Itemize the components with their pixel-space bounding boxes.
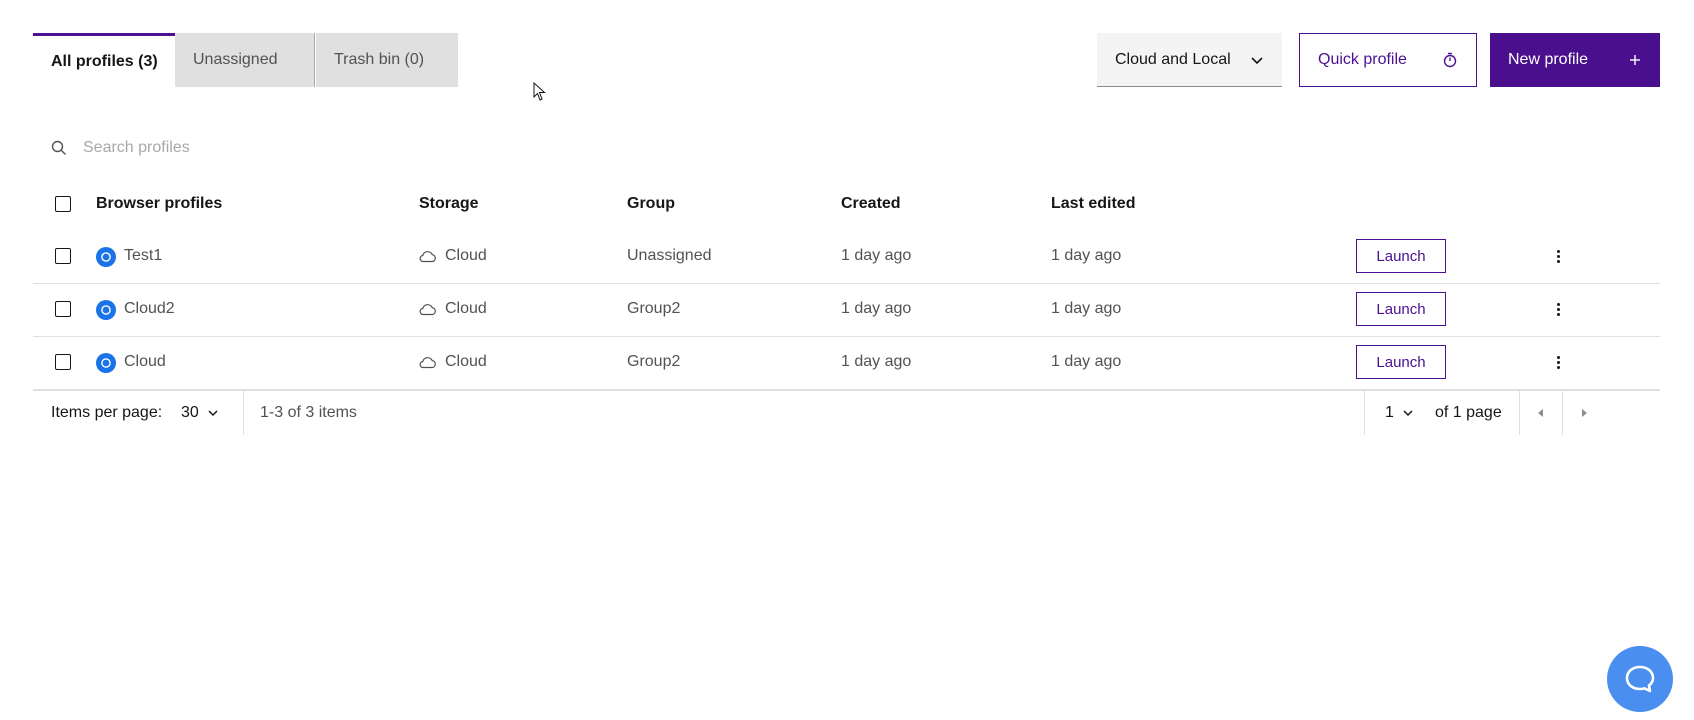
column-header-browser-profiles[interactable]: Browser profiles: [96, 195, 222, 213]
group-value: Unassigned: [627, 247, 712, 264]
help-chat-button[interactable]: [1607, 646, 1673, 712]
tab-trash-bin[interactable]: Trash bin (0): [316, 33, 458, 87]
overflow-menu-icon[interactable]: [1548, 297, 1568, 321]
last-edited-value: 1 day ago: [1051, 247, 1122, 264]
total-pages: of 1 page: [1435, 404, 1502, 421]
new-profile-label: New profile: [1508, 51, 1589, 68]
group-value: Group2: [627, 353, 681, 370]
table-header: Browser profiles Storage Group Created L…: [33, 183, 1660, 225]
quick-profile-label: Quick profile: [1318, 51, 1407, 68]
column-header-created[interactable]: Created: [841, 195, 901, 213]
column-header-last-edited[interactable]: Last edited: [1051, 195, 1135, 213]
overflow-menu-icon[interactable]: [1548, 350, 1568, 374]
tab-all-profiles[interactable]: All profiles (3): [33, 33, 175, 87]
search-bar: [33, 126, 1660, 170]
storage-value: Cloud: [445, 300, 487, 317]
group-value: Group2: [627, 300, 681, 317]
previous-page-icon[interactable]: [1535, 407, 1547, 419]
profile-name[interactable]: Cloud: [124, 353, 166, 371]
profile-name[interactable]: Cloud2: [124, 300, 175, 318]
chromium-icon: [96, 247, 116, 267]
chat-bubble-icon: [1625, 665, 1655, 693]
pagination-bar: Items per page: 30 1-3 of 3 items 1 of 1…: [33, 390, 1660, 435]
items-per-page-value: 30: [181, 404, 199, 421]
launch-button[interactable]: Launch: [1356, 345, 1446, 379]
items-per-page-label: Items per page:: [51, 404, 163, 421]
quick-profile-button[interactable]: Quick profile: [1299, 33, 1477, 87]
table-row: Cloud Cloud Group2 1 day ago 1 day ago L…: [33, 336, 1660, 390]
chevron-down-icon: [1251, 56, 1263, 64]
row-checkbox[interactable]: [55, 248, 71, 264]
storage-value: Cloud: [445, 353, 487, 370]
last-edited-value: 1 day ago: [1051, 353, 1122, 370]
cloud-icon: [419, 304, 436, 316]
plus-icon: [1630, 55, 1640, 65]
stopwatch-icon: [1443, 52, 1457, 68]
created-value: 1 day ago: [841, 300, 912, 317]
search-input[interactable]: [81, 138, 685, 158]
profile-name[interactable]: Test1: [124, 247, 162, 265]
current-page: 1: [1385, 404, 1394, 421]
new-profile-button[interactable]: New profile: [1490, 33, 1660, 87]
items-per-page-select[interactable]: 30: [181, 391, 219, 435]
storage-value: Cloud: [445, 247, 487, 264]
row-checkbox[interactable]: [55, 354, 71, 370]
storage-filter-dropdown[interactable]: Cloud and Local: [1097, 33, 1282, 87]
search-icon: [51, 140, 66, 155]
table-row: Cloud2 Cloud Group2 1 day ago 1 day ago …: [33, 283, 1660, 337]
next-page-icon[interactable]: [1578, 407, 1590, 419]
overflow-menu-icon[interactable]: [1548, 244, 1568, 268]
last-edited-value: 1 day ago: [1051, 300, 1122, 317]
storage-filter-value: Cloud and Local: [1115, 50, 1231, 68]
items-range: 1-3 of 3 items: [260, 404, 357, 421]
chevron-down-icon: [208, 410, 218, 417]
table-row: Test1 Cloud Unassigned 1 day ago 1 day a…: [33, 230, 1660, 284]
cloud-icon: [419, 251, 436, 263]
chromium-icon: [96, 353, 116, 373]
launch-button[interactable]: Launch: [1356, 292, 1446, 326]
launch-button[interactable]: Launch: [1356, 239, 1446, 273]
created-value: 1 day ago: [841, 353, 912, 370]
mouse-cursor-icon: [533, 82, 546, 101]
chevron-down-icon: [1403, 410, 1413, 417]
select-all-checkbox[interactable]: [55, 196, 71, 212]
column-header-group[interactable]: Group: [627, 195, 675, 213]
column-header-storage[interactable]: Storage: [419, 195, 479, 213]
tab-unassigned[interactable]: Unassigned: [175, 33, 315, 87]
created-value: 1 day ago: [841, 247, 912, 264]
page-select[interactable]: 1: [1385, 391, 1414, 435]
row-checkbox[interactable]: [55, 301, 71, 317]
chromium-icon: [96, 300, 116, 320]
cloud-icon: [419, 357, 436, 369]
